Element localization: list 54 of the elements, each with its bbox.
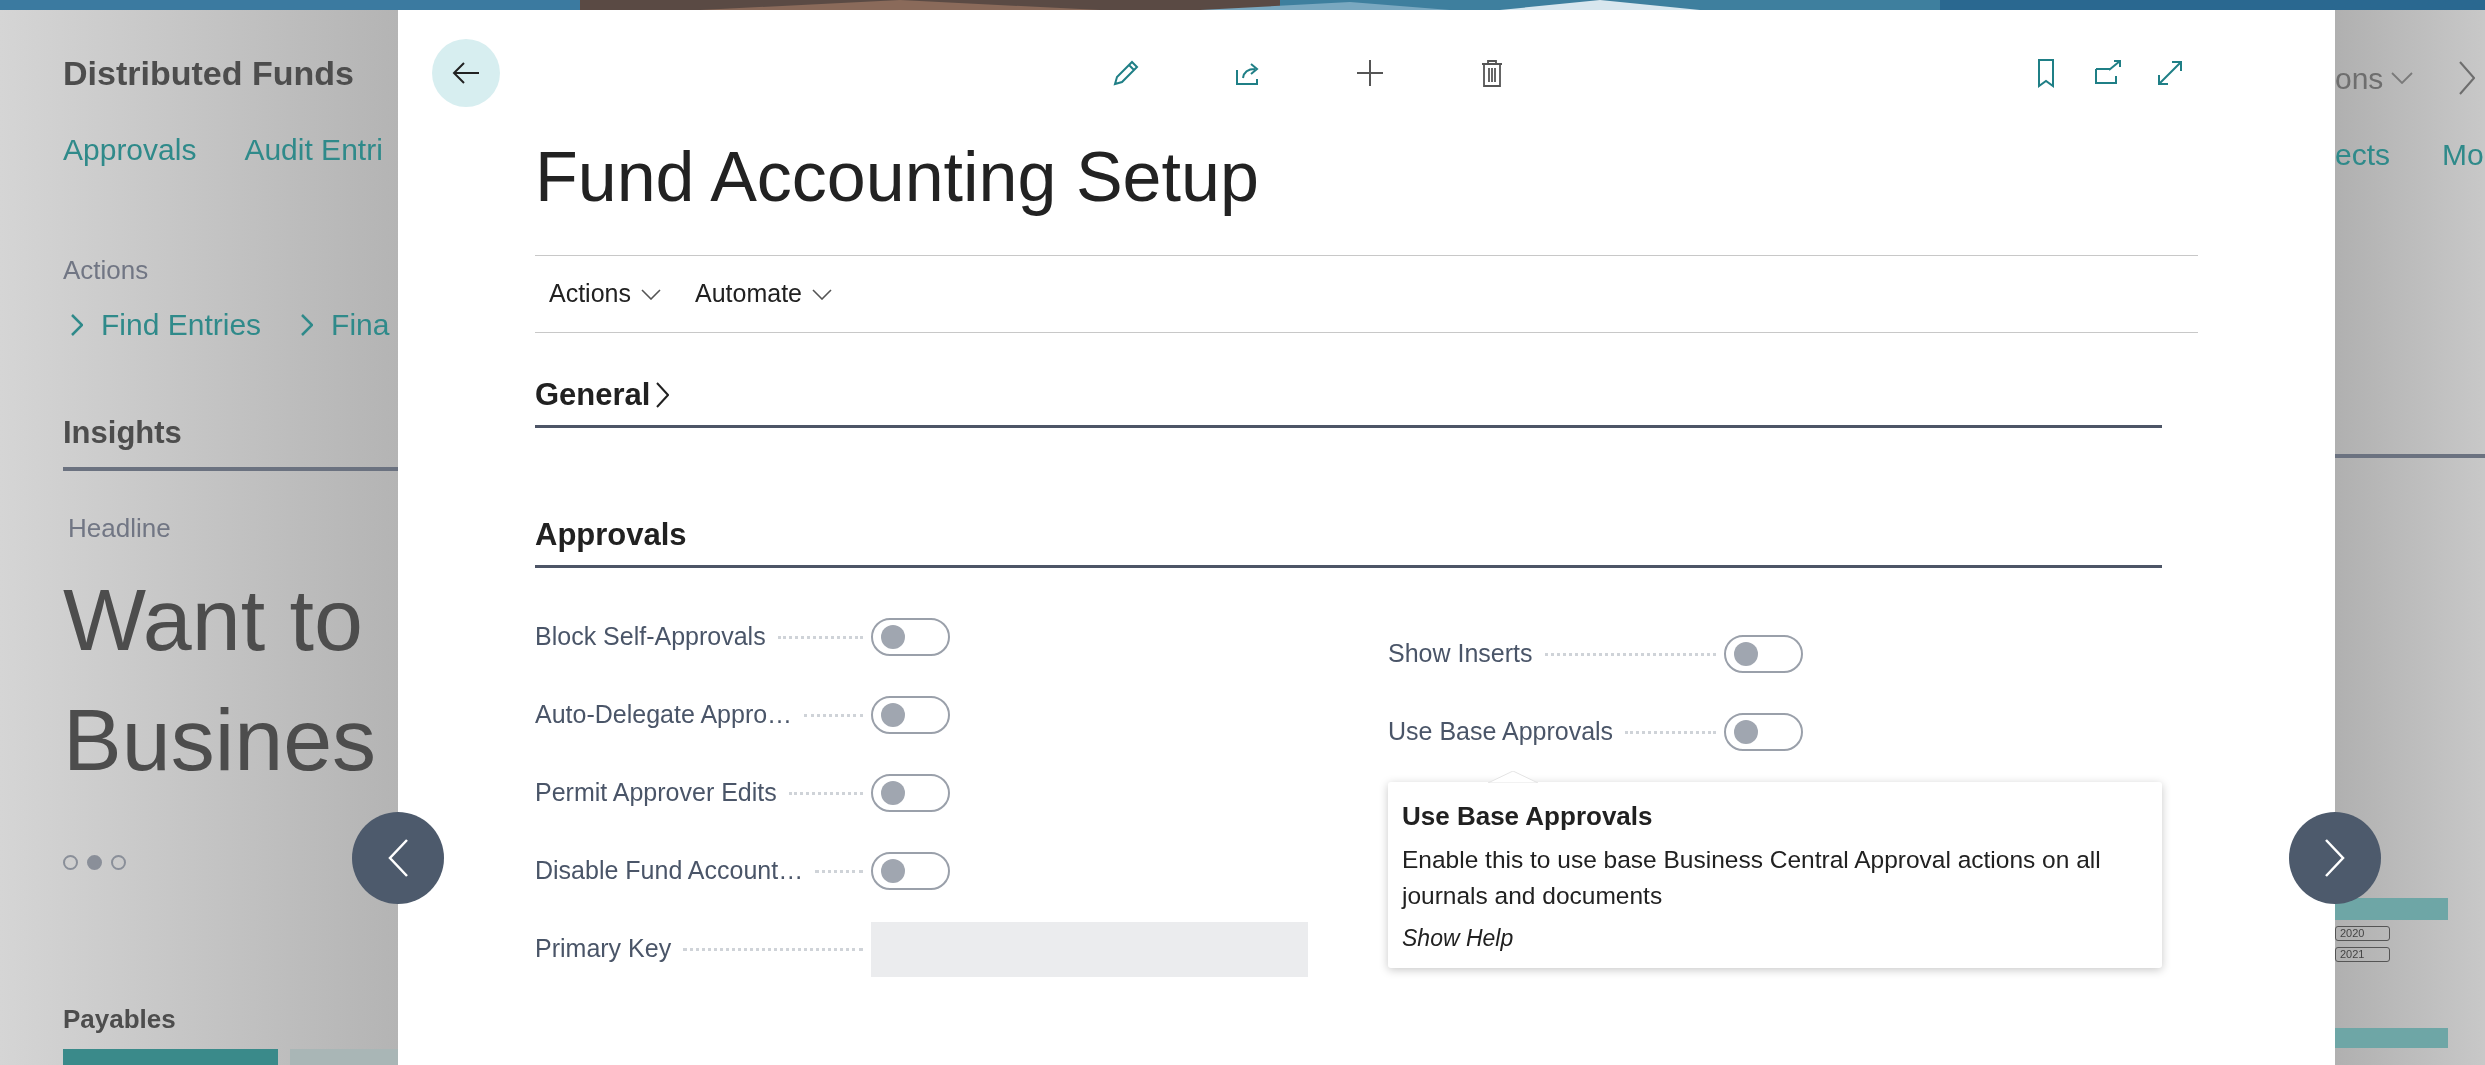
nav-link[interactable]: Mo: [2442, 135, 2484, 175]
legend-item: 2020: [2335, 926, 2390, 941]
toggle-switch[interactable]: [1724, 713, 1803, 751]
action-link[interactable]: Find Entries: [71, 305, 262, 345]
toggle-switch[interactable]: [871, 618, 950, 656]
toggle-switch[interactable]: [871, 696, 950, 734]
menu-button[interactable]: Automate: [695, 275, 832, 313]
section-label: Actions: [63, 254, 149, 286]
legend-item: 2021: [2335, 947, 2390, 962]
field-label: Use Base Approvals: [1388, 716, 1614, 748]
field-label: Permit Approver Edits: [535, 777, 777, 809]
caret-down-icon: [812, 288, 832, 300]
chevron-left-icon: [387, 838, 409, 878]
carousel-dot[interactable]: [63, 855, 78, 870]
tooltip-title: Use Base Approvals: [1402, 800, 1654, 833]
chevron-right-icon: [2324, 838, 2346, 878]
toggle-switch[interactable]: [1724, 635, 1803, 673]
chevron-right-icon[interactable]: [656, 382, 670, 408]
plus-icon[interactable]: [1354, 58, 1385, 88]
field-label: Block Self-Approvals: [535, 621, 766, 653]
menu-button[interactable]: ons: [2335, 55, 2414, 101]
chevron-right-icon: [71, 314, 83, 336]
headline-text: Busines: [63, 689, 378, 791]
field-label: Disable Fund Account…: [535, 855, 804, 887]
page-title: Distributed Funds: [63, 53, 354, 94]
menu-button[interactable]: Actions: [549, 275, 661, 313]
back-arrow-icon: [452, 62, 480, 84]
tile[interactable]: [290, 1049, 398, 1065]
toggle-switch[interactable]: [871, 852, 950, 890]
caret-down-icon: [641, 288, 661, 300]
carousel-dot[interactable]: [111, 855, 126, 870]
nav-link[interactable]: Audit Entri: [244, 130, 383, 170]
help-link[interactable]: Show Help: [1402, 920, 1514, 956]
headline-label: Headline: [68, 512, 171, 544]
section-heading[interactable]: Approvals: [535, 513, 687, 557]
section-heading[interactable]: General: [535, 373, 651, 417]
tooltip-text: Enable this to use base Business Central Approval actions on all journals and documents: [1402, 845, 2102, 911]
field-label: Show Inserts: [1388, 638, 1533, 670]
caret-down-icon: [2391, 72, 2414, 84]
field-label: Primary Key: [535, 933, 672, 965]
section-heading: Payables: [63, 1003, 176, 1036]
field-label: Auto-Delegate Appro…: [535, 699, 793, 731]
nav-link[interactable]: ects: [2335, 135, 2391, 175]
chevron-right-icon: [301, 314, 314, 336]
tile[interactable]: [63, 1049, 279, 1065]
expand-icon[interactable]: [2155, 58, 2185, 88]
leader-line: [815, 869, 863, 873]
nav-link[interactable]: Approvals: [63, 130, 197, 170]
carousel-dot[interactable]: [87, 855, 102, 870]
leader-line: [804, 713, 863, 717]
action-link[interactable]: Fina: [301, 305, 390, 345]
dialog-title: Fund Accounting Setup: [535, 137, 1259, 218]
headline-text: Want to: [63, 569, 364, 671]
toggle-switch[interactable]: [871, 774, 950, 812]
